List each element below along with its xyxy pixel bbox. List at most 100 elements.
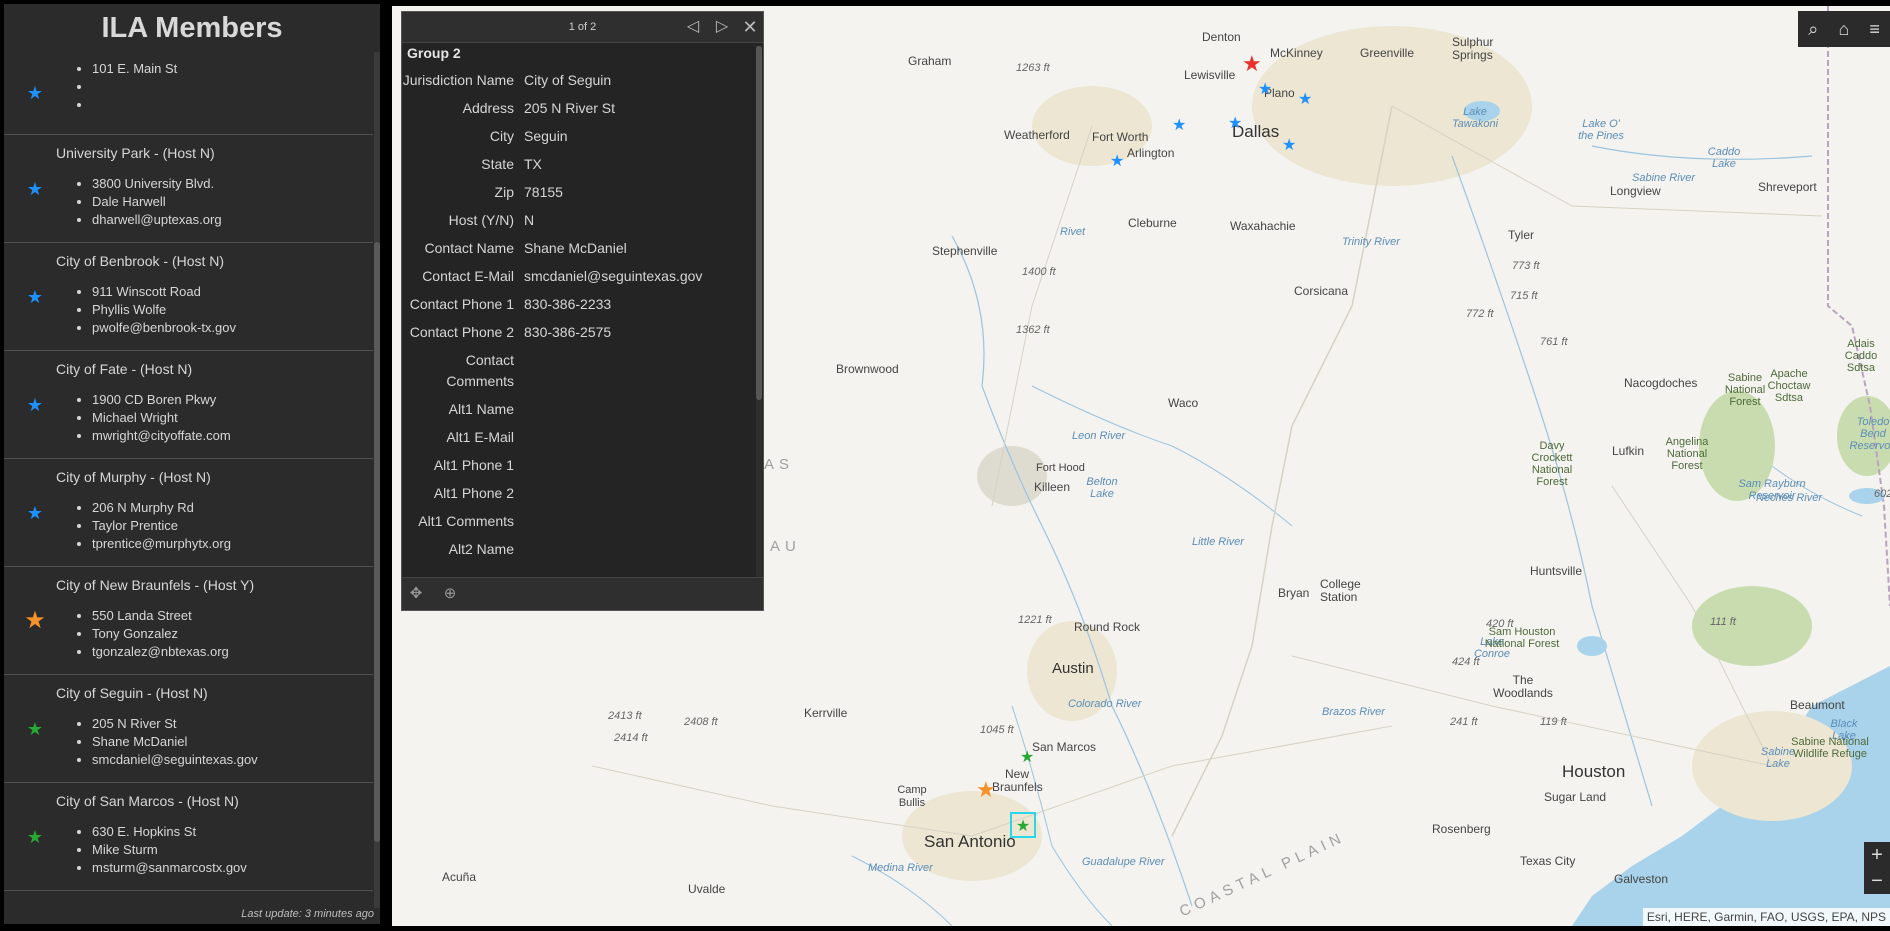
map-label-graham: Graham [908,54,951,68]
member-card[interactable]: City of Murphy - (Host N)★206 N Murphy R… [4,459,373,567]
attribute-value [524,511,754,532]
map-attribution: Esri, HERE, Garmin, FAO, USGS, EPA, NPS [1643,908,1890,926]
map-marker-blue-star[interactable]: ★ [1258,82,1272,98]
map-label-the-woodlands: The Woodlands [1492,674,1554,700]
feature-popup: 1 of 2 ◁ ▷ ✕ Group 2 Jurisdiction NameCi… [401,11,764,611]
member-email: tprentice@murphytx.org [92,535,231,553]
member-card[interactable]: City of San Marcos - (Host N)★630 E. Hop… [4,783,373,891]
map-label-uvalde: Uvalde [688,882,725,896]
map-marker-selected-seguin[interactable]: ★ [1010,812,1036,838]
member-address: 911 Winscott Road [92,283,236,301]
map-label-mckinney: McKinney [1270,46,1323,60]
member-name: City of New Braunfels - (Host Y) [56,577,254,593]
attribute-label: Alt2 Name [402,539,524,560]
map-region-as: AS [764,456,794,473]
attribute-value [524,539,754,560]
map-label-san-marcos: San Marcos [1032,740,1096,754]
map-label-college-station: College Station [1320,578,1370,604]
sidebar-scrollbar-thumb[interactable] [374,242,380,842]
member-contact: Michael Wright [92,409,231,427]
member-details: 630 E. Hopkins StMike Sturmmsturm@sanmar… [74,823,247,877]
attribute-label: Jurisdiction Name [402,70,524,91]
map-label-houston: Houston [1562,762,1625,782]
member-card[interactable]: City of Benbrook - (Host N)★911 Winscott… [4,243,373,351]
star-icon: ★ [23,81,47,105]
chevron-left-icon[interactable]: ◁ [681,12,705,42]
map-water-leon-river: Leon River [1072,430,1125,442]
map-marker-red-star[interactable]: ★ [1242,56,1262,72]
member-card[interactable]: ★101 E. Main St [4,52,373,135]
member-contact: Shane McDaniel [92,733,258,751]
attribute-label: Host (Y/N) [402,210,524,231]
close-icon[interactable]: ✕ [738,12,762,42]
member-name: City of Seguin - (Host N) [56,685,208,701]
member-list[interactable]: ★101 E. Main StUniversity Park - (Host N… [4,52,373,908]
attribute-value [524,455,754,476]
attribute-row: StateTX [402,154,754,175]
map-label-bryan: Bryan [1278,586,1309,600]
map-marker-blue-star[interactable]: ★ [1172,118,1186,134]
map-park-apache-choctaw: Apache Choctaw Sdtsa [1766,368,1812,404]
star-icon: ★ [23,177,47,201]
map-marker-blue-star[interactable]: ★ [1228,116,1242,132]
zoom-out-button[interactable]: − [1864,868,1890,894]
member-card[interactable]: City of New Braunfels - (Host Y)★550 Lan… [4,567,373,675]
member-card[interactable]: City of Fate - (Host N)★1900 CD Boren Pk… [4,351,373,459]
sidebar-scrollbar[interactable] [374,52,380,908]
map-label-brownwood: Brownwood [836,362,899,376]
popup-scrollbar-thumb[interactable] [756,46,762,400]
map-label-longview: Longview [1610,184,1661,198]
map-marker-blue-star[interactable]: ★ [1282,138,1296,154]
attribute-label: State [402,154,524,175]
list-icon[interactable]: ≡ [1862,16,1888,42]
attribute-value: TX [524,154,754,175]
map-label-austin: Austin [1052,660,1094,677]
map-label-denton: Denton [1202,30,1241,44]
map-label-galveston: Galveston [1614,872,1668,886]
member-address: 205 N River St [92,715,258,733]
popup-header: 1 of 2 ◁ ▷ ✕ [402,12,763,43]
map-label-acuna: Acuña [442,870,476,884]
member-card[interactable]: University Park - (Host N)★3800 Universi… [4,135,373,243]
pan-icon[interactable]: ✥ [406,584,426,604]
map-label-lufkin: Lufkin [1612,444,1644,458]
attribute-row: Contact NameShane McDaniel [402,238,754,259]
attribute-row: Contact Comments [402,350,754,392]
map-park-sabine: Sabine National Forest [1722,372,1768,408]
attribute-row: Alt1 Phone 1 [402,455,754,476]
popup-attributes[interactable]: Jurisdiction NameCity of SeguinAddress20… [402,70,754,580]
member-name: City of San Marcos - (Host N) [56,793,239,809]
attribute-row: Contact Phone 1830-386-2233 [402,294,754,315]
map-marker-green-star[interactable]: ★ [1020,750,1034,766]
popup-scrollbar[interactable] [756,46,762,580]
member-contact [92,78,177,96]
map-elev-2413: 2413 ft [608,710,642,722]
attribute-value [524,350,754,392]
map-label-weatherford: Weatherford [1004,128,1070,142]
map-elev-773: 773 ft [1512,260,1540,272]
map-water-colorado-river: Colorado River [1068,698,1141,710]
member-email: smcdaniel@seguintexas.gov [92,751,258,769]
map-marker-blue-star[interactable]: ★ [1298,92,1312,108]
home-icon[interactable]: ⌂ [1831,16,1857,42]
map-marker-orange-star[interactable]: ★ [976,782,996,798]
last-update-label: Last update: 3 minutes ago [241,908,374,920]
map-label-fort-worth: Fort Worth [1092,130,1148,144]
map-label-waco: Waco [1168,396,1198,410]
member-email: dharwell@uptexas.org [92,211,222,229]
attribute-row: Alt2 Name [402,539,754,560]
member-card[interactable]: City of Seguin - (Host N)★205 N River St… [4,675,373,783]
map-marker-blue-star[interactable]: ★ [1110,154,1124,170]
attribute-label: Alt1 Phone 2 [402,483,524,504]
search-icon[interactable]: ⌕ [1800,16,1826,42]
attribute-row: Jurisdiction NameCity of Seguin [402,70,754,91]
zoom-in-button[interactable]: + [1864,842,1890,868]
popup-title: Group 2 [407,45,461,61]
map-water-little-river: Little River [1192,536,1244,548]
map-park-angelina: Angelina National Forest [1662,436,1712,472]
map-label-beaumont: Beaumont [1790,698,1845,712]
map-water-neches-river: Neches River [1756,492,1822,504]
sidebar-title: ILA Members [4,4,380,52]
zoom-to-icon[interactable]: ⊕ [440,584,460,604]
chevron-right-icon[interactable]: ▷ [710,12,734,42]
